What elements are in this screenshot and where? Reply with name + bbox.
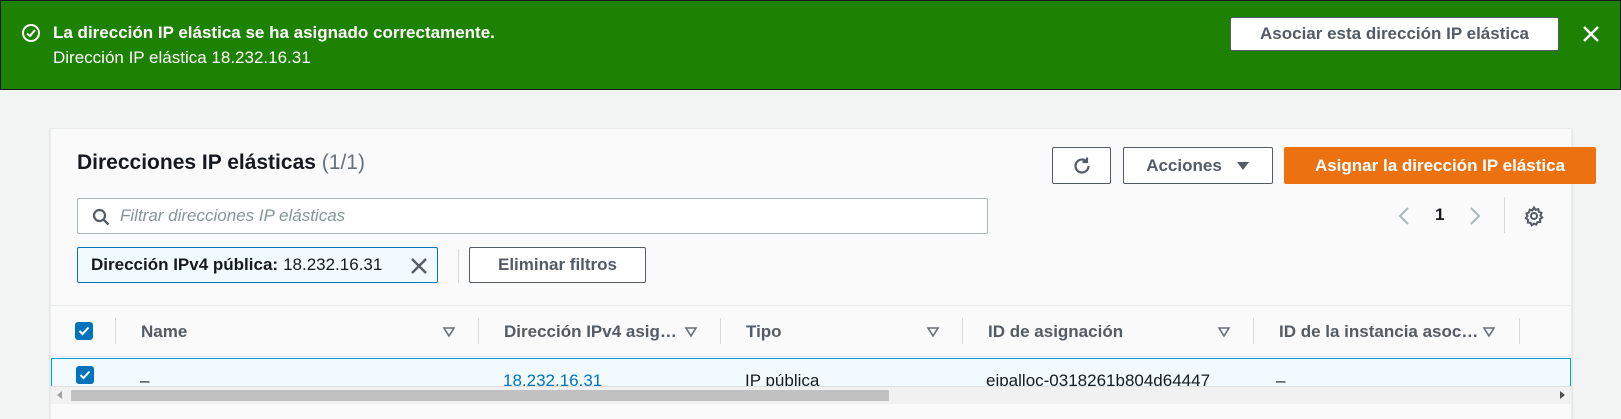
remove-filter-icon[interactable] <box>409 256 429 276</box>
filter-token-key: Dirección IPv4 pública: <box>91 255 279 274</box>
check-circle-icon <box>22 24 40 42</box>
chevron-left-icon[interactable] <box>1395 206 1415 226</box>
actions-label: Acciones <box>1146 155 1222 175</box>
search-field[interactable] <box>77 198 988 234</box>
checkmark-icon <box>79 370 91 380</box>
column-divider <box>1519 318 1520 344</box>
sort-icon[interactable] <box>684 325 698 339</box>
item-count: (1/1) <box>321 151 365 174</box>
success-flash-banner: La dirección IP elástica se ha asignado … <box>0 0 1621 90</box>
column-header-allocation-id[interactable]: ID de asignación <box>988 306 1188 358</box>
gear-icon[interactable] <box>1523 205 1545 227</box>
clear-filters-button[interactable]: Eliminar filtros <box>469 247 646 283</box>
sort-icon[interactable] <box>442 325 456 339</box>
checkmark-icon <box>78 326 90 336</box>
table-header: Name Dirección IPv4 asig… Tipo ID de asi… <box>51 305 1571 357</box>
column-divider <box>115 318 116 344</box>
column-divider <box>1253 318 1254 344</box>
sort-icon[interactable] <box>1482 325 1496 339</box>
filter-token-value: 18.232.16.31 <box>283 255 383 274</box>
current-page-number[interactable]: 1 <box>1435 205 1444 225</box>
flash-message: Dirección IP elástica 18.232.16.31 <box>53 48 311 67</box>
column-header-type[interactable]: Tipo <box>746 306 906 358</box>
horizontal-scrollbar[interactable] <box>51 386 1571 404</box>
sort-icon[interactable] <box>1217 325 1231 339</box>
refresh-button[interactable] <box>1052 147 1111 184</box>
column-header-name[interactable]: Name <box>141 306 421 358</box>
column-divider <box>478 318 479 344</box>
caret-down-icon <box>1236 161 1249 170</box>
divider <box>1504 197 1505 233</box>
page-title: Direcciones IP elásticas (1/1) <box>77 151 365 175</box>
select-all-checkbox[interactable] <box>75 322 93 340</box>
associate-ip-button[interactable]: Asociar esta dirección IP elástica <box>1230 17 1559 51</box>
scrollbar-thumb[interactable] <box>71 390 889 401</box>
flash-title: La dirección IP elástica se ha asignado … <box>53 23 495 42</box>
search-icon <box>92 208 110 226</box>
chevron-right-icon[interactable] <box>1464 206 1484 226</box>
divider <box>458 249 459 283</box>
search-input[interactable] <box>120 199 980 233</box>
actions-dropdown-button[interactable]: Acciones <box>1123 147 1273 184</box>
scroll-left-icon[interactable] <box>57 391 62 399</box>
column-divider <box>962 318 963 344</box>
column-header-ipv4[interactable]: Dirección IPv4 asig… <box>504 306 682 358</box>
scroll-right-icon[interactable] <box>1560 391 1565 399</box>
sort-icon[interactable] <box>926 325 940 339</box>
filter-token: Dirección IPv4 pública: 18.232.16.31 <box>77 247 438 283</box>
row-checkbox[interactable] <box>76 366 94 384</box>
table-title: Direcciones IP elásticas <box>77 151 316 174</box>
allocate-elastic-ip-button[interactable]: Asignar la dirección IP elástica <box>1284 147 1596 184</box>
elastic-ip-table-container: Direcciones IP elásticas (1/1) Acciones … <box>50 128 1596 419</box>
column-header-instance-id[interactable]: ID de la instancia asoc… <box>1279 306 1477 358</box>
column-divider <box>720 318 721 344</box>
close-icon[interactable] <box>1579 22 1603 46</box>
refresh-icon <box>1073 157 1090 174</box>
